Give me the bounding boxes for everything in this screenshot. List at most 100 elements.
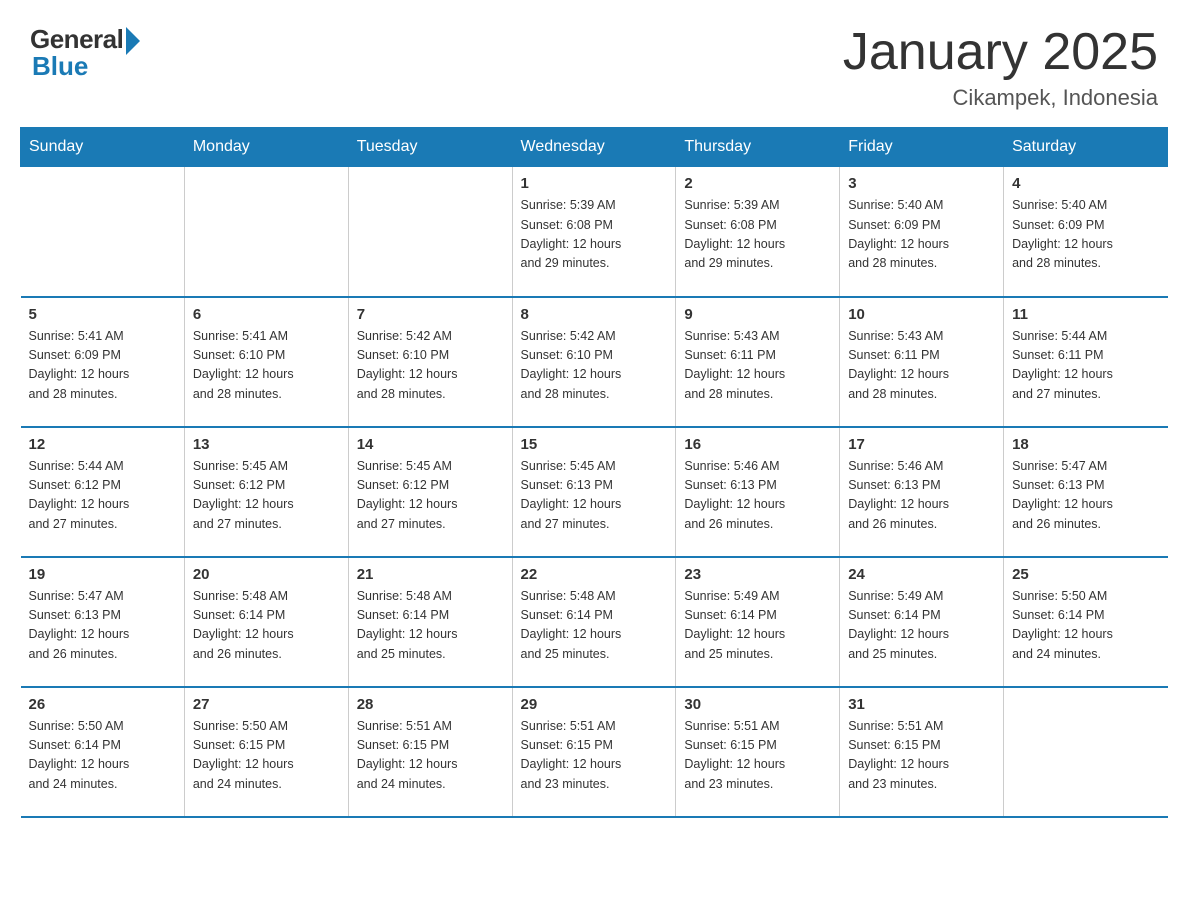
day-info: Sunrise: 5:40 AM Sunset: 6:09 PM Dayligh… bbox=[848, 196, 995, 274]
calendar-container: Sunday Monday Tuesday Wednesday Thursday… bbox=[0, 127, 1188, 838]
calendar-cell-w1d6: 11 Sunrise: 5:44 AM Sunset: 6:11 PM Dayli… bbox=[1004, 297, 1168, 427]
day-info: Sunrise: 5:45 AM Sunset: 6:12 PM Dayligh… bbox=[357, 457, 504, 535]
day-info: Sunrise: 5:47 AM Sunset: 6:13 PM Dayligh… bbox=[1012, 457, 1159, 535]
day-info: Sunrise: 5:41 AM Sunset: 6:09 PM Dayligh… bbox=[29, 327, 176, 405]
calendar-cell-w2d4: 16 Sunrise: 5:46 AM Sunset: 6:13 PM Dayli… bbox=[676, 427, 840, 557]
calendar-cell-w1d5: 10 Sunrise: 5:43 AM Sunset: 6:11 PM Dayli… bbox=[840, 297, 1004, 427]
calendar-cell-w0d2 bbox=[348, 167, 512, 297]
calendar-cell-w1d3: 8Sunrise: 5:42 AM Sunset: 6:10 PM Daylig… bbox=[512, 297, 676, 427]
day-info: Sunrise: 5:39 AM Sunset: 6:08 PM Dayligh… bbox=[521, 196, 668, 274]
header-thursday: Thursday bbox=[676, 128, 840, 167]
day-info: Sunrise: 5:50 AM Sunset: 6:15 PM Dayligh… bbox=[193, 717, 340, 795]
day-info: Sunrise: 5:43 AM Sunset: 6:11 PM Dayligh… bbox=[684, 327, 831, 405]
day-info: Sunrise: 5:48 AM Sunset: 6:14 PM Dayligh… bbox=[357, 587, 504, 665]
day-info: Sunrise: 5:50 AM Sunset: 6:14 PM Dayligh… bbox=[1012, 587, 1159, 665]
day-info: Sunrise: 5:44 AM Sunset: 6:11 PM Dayligh… bbox=[1012, 327, 1159, 405]
day-info: Sunrise: 5:51 AM Sunset: 6:15 PM Dayligh… bbox=[357, 717, 504, 795]
header-saturday: Saturday bbox=[1004, 128, 1168, 167]
day-number: 27 bbox=[193, 696, 340, 713]
day-number: 3 bbox=[848, 175, 995, 192]
day-info: Sunrise: 5:51 AM Sunset: 6:15 PM Dayligh… bbox=[684, 717, 831, 795]
calendar-cell-w2d2: 14 Sunrise: 5:45 AM Sunset: 6:12 PM Dayli… bbox=[348, 427, 512, 557]
day-number: 2 bbox=[684, 175, 831, 192]
calendar-cell-w2d6: 18 Sunrise: 5:47 AM Sunset: 6:13 PM Dayli… bbox=[1004, 427, 1168, 557]
day-info: Sunrise: 5:44 AM Sunset: 6:12 PM Dayligh… bbox=[29, 457, 176, 535]
header-wednesday: Wednesday bbox=[512, 128, 676, 167]
day-number: 30 bbox=[684, 696, 831, 713]
header-row: Sunday Monday Tuesday Wednesday Thursday… bbox=[21, 128, 1168, 167]
day-info: Sunrise: 5:45 AM Sunset: 6:13 PM Dayligh… bbox=[521, 457, 668, 535]
day-info: Sunrise: 5:43 AM Sunset: 6:11 PM Dayligh… bbox=[848, 327, 995, 405]
calendar-cell-w4d6 bbox=[1004, 687, 1168, 817]
day-number: 7 bbox=[357, 306, 504, 323]
day-number: 13 bbox=[193, 436, 340, 453]
day-number: 17 bbox=[848, 436, 995, 453]
calendar-cell-w3d3: 22Sunrise: 5:48 AM Sunset: 6:14 PM Dayli… bbox=[512, 557, 676, 687]
day-number: 8 bbox=[521, 306, 668, 323]
calendar-cell-w2d3: 15 Sunrise: 5:45 AM Sunset: 6:13 PM Dayli… bbox=[512, 427, 676, 557]
calendar-cell-w0d4: 2Sunrise: 5:39 AM Sunset: 6:08 PM Daylig… bbox=[676, 167, 840, 297]
day-number: 14 bbox=[357, 436, 504, 453]
calendar-cell-w4d5: 31 Sunrise: 5:51 AM Sunset: 6:15 PM Dayli… bbox=[840, 687, 1004, 817]
calendar-body: 1 Sunrise: 5:39 AM Sunset: 6:08 PM Daylig… bbox=[21, 167, 1168, 817]
page-header: General Blue January 2025 Cikampek, Indo… bbox=[0, 0, 1188, 127]
calendar-cell-w3d2: 21 Sunrise: 5:48 AM Sunset: 6:14 PM Dayli… bbox=[348, 557, 512, 687]
day-number: 15 bbox=[521, 436, 668, 453]
day-number: 5 bbox=[29, 306, 176, 323]
calendar-cell-w0d0 bbox=[21, 167, 185, 297]
calendar-cell-w1d4: 9 Sunrise: 5:43 AM Sunset: 6:11 PM Daylig… bbox=[676, 297, 840, 427]
header-monday: Monday bbox=[184, 128, 348, 167]
day-number: 24 bbox=[848, 566, 995, 583]
calendar-cell-w3d0: 19 Sunrise: 5:47 AM Sunset: 6:13 PM Dayli… bbox=[21, 557, 185, 687]
calendar-cell-w4d0: 26Sunrise: 5:50 AM Sunset: 6:14 PM Dayli… bbox=[21, 687, 185, 817]
day-number: 21 bbox=[357, 566, 504, 583]
day-number: 31 bbox=[848, 696, 995, 713]
title-section: January 2025 Cikampek, Indonesia bbox=[843, 24, 1158, 111]
calendar-cell-w2d1: 13 Sunrise: 5:45 AM Sunset: 6:12 PM Dayli… bbox=[184, 427, 348, 557]
logo-triangle-icon bbox=[126, 27, 140, 55]
calendar-cell-w3d6: 25 Sunrise: 5:50 AM Sunset: 6:14 PM Dayli… bbox=[1004, 557, 1168, 687]
day-number: 25 bbox=[1012, 566, 1159, 583]
calendar-cell-w0d5: 3 Sunrise: 5:40 AM Sunset: 6:09 PM Daylig… bbox=[840, 167, 1004, 297]
day-number: 10 bbox=[848, 306, 995, 323]
logo-blue-text: Blue bbox=[32, 51, 88, 82]
calendar-cell-w4d2: 28Sunrise: 5:51 AM Sunset: 6:15 PM Dayli… bbox=[348, 687, 512, 817]
day-info: Sunrise: 5:49 AM Sunset: 6:14 PM Dayligh… bbox=[684, 587, 831, 665]
calendar-week-3: 19 Sunrise: 5:47 AM Sunset: 6:13 PM Dayli… bbox=[21, 557, 1168, 687]
day-info: Sunrise: 5:46 AM Sunset: 6:13 PM Dayligh… bbox=[684, 457, 831, 535]
day-info: Sunrise: 5:40 AM Sunset: 6:09 PM Dayligh… bbox=[1012, 196, 1159, 274]
calendar-cell-w2d0: 12 Sunrise: 5:44 AM Sunset: 6:12 PM Dayli… bbox=[21, 427, 185, 557]
calendar-cell-w0d3: 1 Sunrise: 5:39 AM Sunset: 6:08 PM Daylig… bbox=[512, 167, 676, 297]
calendar-cell-w3d5: 24Sunrise: 5:49 AM Sunset: 6:14 PM Dayli… bbox=[840, 557, 1004, 687]
calendar-title: January 2025 bbox=[843, 24, 1158, 81]
calendar-cell-w3d4: 23 Sunrise: 5:49 AM Sunset: 6:14 PM Dayli… bbox=[676, 557, 840, 687]
calendar-cell-w4d1: 27 Sunrise: 5:50 AM Sunset: 6:15 PM Dayli… bbox=[184, 687, 348, 817]
day-number: 1 bbox=[521, 175, 668, 192]
day-info: Sunrise: 5:47 AM Sunset: 6:13 PM Dayligh… bbox=[29, 587, 176, 665]
day-info: Sunrise: 5:42 AM Sunset: 6:10 PM Dayligh… bbox=[357, 327, 504, 405]
day-info: Sunrise: 5:51 AM Sunset: 6:15 PM Dayligh… bbox=[848, 717, 995, 795]
day-number: 4 bbox=[1012, 175, 1159, 192]
day-number: 19 bbox=[29, 566, 176, 583]
calendar-subtitle: Cikampek, Indonesia bbox=[843, 85, 1158, 111]
day-number: 11 bbox=[1012, 306, 1159, 323]
header-friday: Friday bbox=[840, 128, 1004, 167]
day-number: 23 bbox=[684, 566, 831, 583]
day-number: 12 bbox=[29, 436, 176, 453]
calendar-cell-w1d2: 7 Sunrise: 5:42 AM Sunset: 6:10 PM Daylig… bbox=[348, 297, 512, 427]
day-number: 9 bbox=[684, 306, 831, 323]
header-tuesday: Tuesday bbox=[348, 128, 512, 167]
day-info: Sunrise: 5:45 AM Sunset: 6:12 PM Dayligh… bbox=[193, 457, 340, 535]
day-info: Sunrise: 5:41 AM Sunset: 6:10 PM Dayligh… bbox=[193, 327, 340, 405]
day-number: 20 bbox=[193, 566, 340, 583]
calendar-cell-w4d3: 29Sunrise: 5:51 AM Sunset: 6:15 PM Dayli… bbox=[512, 687, 676, 817]
day-number: 18 bbox=[1012, 436, 1159, 453]
calendar-table: Sunday Monday Tuesday Wednesday Thursday… bbox=[20, 127, 1168, 818]
header-sunday: Sunday bbox=[21, 128, 185, 167]
calendar-header: Sunday Monday Tuesday Wednesday Thursday… bbox=[21, 128, 1168, 167]
calendar-week-1: 5 Sunrise: 5:41 AM Sunset: 6:09 PM Daylig… bbox=[21, 297, 1168, 427]
day-number: 26 bbox=[29, 696, 176, 713]
calendar-cell-w0d6: 4 Sunrise: 5:40 AM Sunset: 6:09 PM Daylig… bbox=[1004, 167, 1168, 297]
day-number: 16 bbox=[684, 436, 831, 453]
calendar-cell-w4d4: 30 Sunrise: 5:51 AM Sunset: 6:15 PM Dayli… bbox=[676, 687, 840, 817]
